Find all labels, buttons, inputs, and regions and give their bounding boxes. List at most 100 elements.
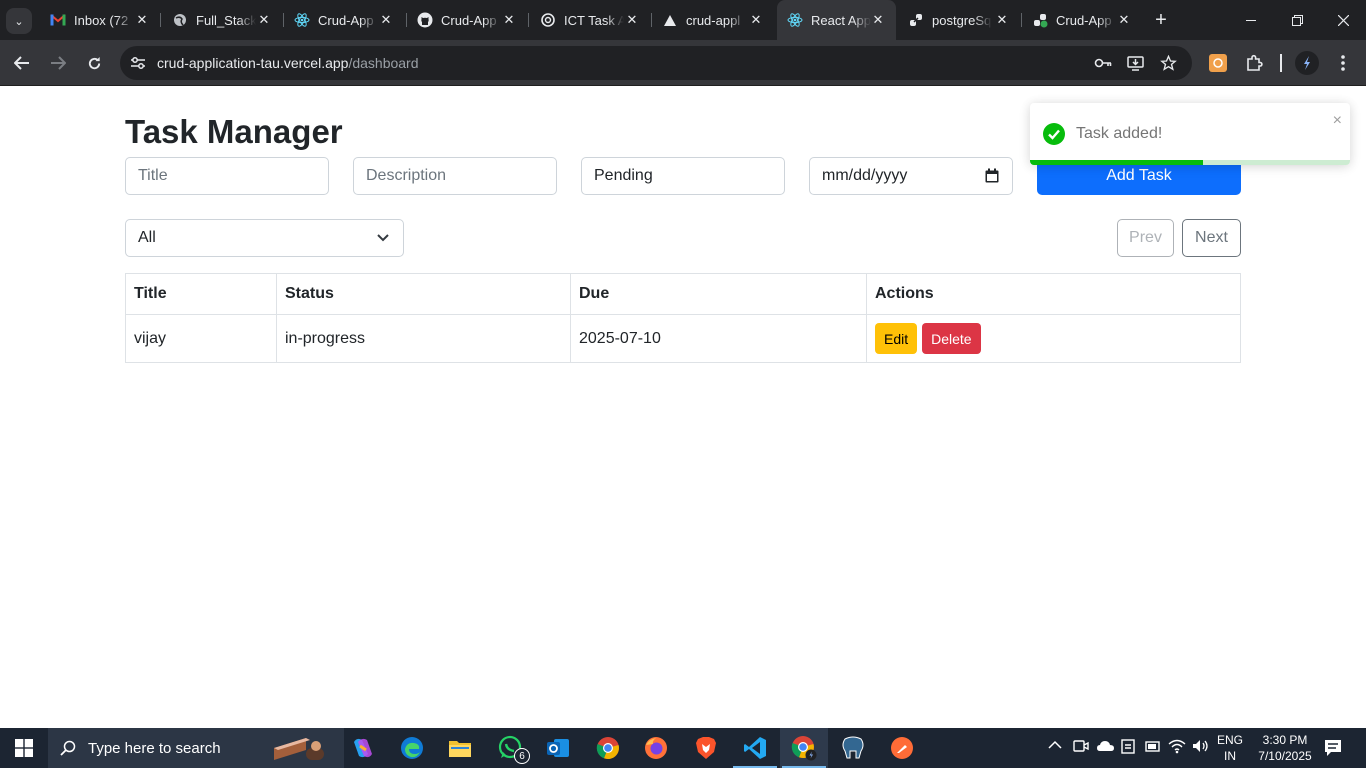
tab-postgresql[interactable]: postgreSq ✕ [898,6,1020,34]
taskbar-firefox[interactable] [632,728,680,768]
wifi-icon[interactable] [1168,738,1186,757]
taskbar-file-explorer[interactable] [436,728,484,768]
language-indicator[interactable]: ENG IN [1214,732,1246,764]
column-header-status: Status [276,273,571,315]
taskbar-brave[interactable] [682,728,730,768]
status-input[interactable]: Pending [581,157,785,195]
taskbar-outlook[interactable] [534,728,582,768]
battery-icon[interactable] [1144,738,1162,757]
chrome-menu-kebab-icon[interactable] [1329,49,1357,77]
url-text[interactable]: crud-application-tau.vercel.app/dashboar… [157,55,419,71]
site-info-tune-icon[interactable] [128,53,148,73]
react-icon [787,12,803,28]
tab-separator [160,13,161,27]
tab-title: postgreSq [932,12,992,28]
volume-icon[interactable] [1192,738,1210,757]
task-due-cell: 2025-07-10 [570,314,867,363]
taskbar-whatsapp[interactable]: 6 [486,728,534,768]
table-row: vijay in-progress 2025-07-10 Edit Delete [125,314,1241,363]
meet-now-icon[interactable] [1073,738,1089,757]
search-placeholder: Type here to search [88,739,221,757]
table-header-row: Title Status Due Actions [125,273,1241,315]
success-toast[interactable]: Task added! × [1030,103,1350,165]
due-date-input[interactable]: mm/dd/yyyy [809,157,1013,195]
tab-crud-appl-vercel[interactable]: crud-appl ✕ [652,6,774,34]
minimize-icon[interactable] [1228,0,1274,40]
new-tab-plus-icon[interactable]: + [1150,9,1172,31]
tab-crud-app-render[interactable]: Crud-App ✕ [1022,6,1142,34]
clock-time: 3:30 PM [1262,733,1308,747]
language-code: ENG [1216,733,1243,747]
tab-crud-app-github[interactable]: Crud-App ✕ [407,6,527,34]
task-title-cell: vijay [125,314,277,363]
calendar-icon[interactable] [984,168,1000,184]
close-window-icon[interactable] [1320,0,1366,40]
taskbar-chrome-profile[interactable] [780,728,828,768]
taskbar-copilot[interactable] [339,728,387,768]
delete-task-button[interactable]: Delete [922,323,981,354]
status-filter-select[interactable]: All [125,219,404,257]
close-tab-icon[interactable]: ✕ [254,10,274,30]
profile-avatar-icon[interactable] [1293,49,1321,77]
clipboard-icon[interactable] [1120,738,1136,757]
tab-react-app[interactable]: React App ✕ [777,0,896,40]
taskbar-vscode[interactable] [731,728,779,768]
install-app-icon[interactable] [1125,53,1145,73]
tab-search-chevron-icon[interactable]: ⌄ [6,8,32,34]
tab-ict-task[interactable]: ICT Task A ✕ [530,6,650,34]
description-input[interactable]: Description [353,157,557,195]
tab-title: Crud-App [318,12,374,28]
tab-full-stack[interactable]: Full_Stack ✕ [162,6,282,34]
close-tab-icon[interactable]: ✕ [1114,10,1134,30]
tab-crud-app-react[interactable]: Crud-App ✕ [284,6,404,34]
edge-icon [401,737,423,759]
postgresql-elephant-icon [842,736,864,759]
copilot-icon [354,738,372,758]
react-icon [294,12,310,28]
close-tab-icon[interactable]: ✕ [622,10,642,30]
taskbar-search-box[interactable]: Type here to search [48,728,344,768]
back-arrow-icon[interactable] [8,49,36,77]
clock-date: 7/10/2025 [1258,749,1312,763]
forward-arrow-icon[interactable] [44,49,72,77]
bookmark-star-icon[interactable] [1158,53,1178,73]
title-input[interactable]: Title [125,157,329,195]
close-tab-icon[interactable]: ✕ [868,10,888,30]
next-page-button[interactable]: Next [1182,219,1241,257]
title-placeholder: Title [138,167,168,184]
firefox-icon [645,737,667,759]
chrome-icon [596,737,619,760]
prev-page-button[interactable]: Prev [1117,219,1174,257]
extensions-puzzle-icon[interactable] [1240,49,1268,77]
tab-title: ICT Task A [564,12,624,28]
close-tab-icon[interactable]: ✕ [746,10,766,30]
extension-orange-icon[interactable] [1204,49,1232,77]
restore-icon[interactable] [1274,0,1320,40]
close-tab-icon[interactable]: ✕ [992,10,1012,30]
edit-task-button[interactable]: Edit [875,323,918,354]
reload-icon[interactable] [80,49,108,77]
tab-gmail[interactable]: Inbox (72 ✕ [40,6,160,34]
clock[interactable]: 3:30 PM 7/10/2025 [1252,732,1318,764]
notifications-icon[interactable] [1324,739,1342,760]
task-manager-page: Task Manager Title Description Pending m… [0,87,1366,728]
close-tab-icon[interactable]: ✕ [132,10,152,30]
password-key-icon[interactable] [1093,53,1113,73]
outlook-icon [547,739,569,757]
taskbar-edge[interactable] [388,728,436,768]
toast-close-icon[interactable]: × [1333,112,1342,130]
taskbar-pgadmin[interactable] [829,728,877,768]
close-tab-icon[interactable]: ✕ [376,10,396,30]
globe-icon [172,12,188,28]
onedrive-cloud-icon[interactable] [1096,738,1116,757]
url-path: /dashboard [348,55,419,71]
tab-title: Inbox (72 [74,12,129,28]
page-title: Task Manager [125,113,343,150]
taskbar-postman[interactable] [878,728,926,768]
show-hidden-icons-chevron-icon[interactable] [1048,738,1062,753]
status-value: Pending [594,167,653,184]
taskbar-chrome[interactable] [584,728,632,768]
windows-start-icon[interactable] [0,728,48,768]
address-bar[interactable]: crud-application-tau.vercel.app/dashboar… [120,46,1192,80]
close-tab-icon[interactable]: ✕ [499,10,519,30]
